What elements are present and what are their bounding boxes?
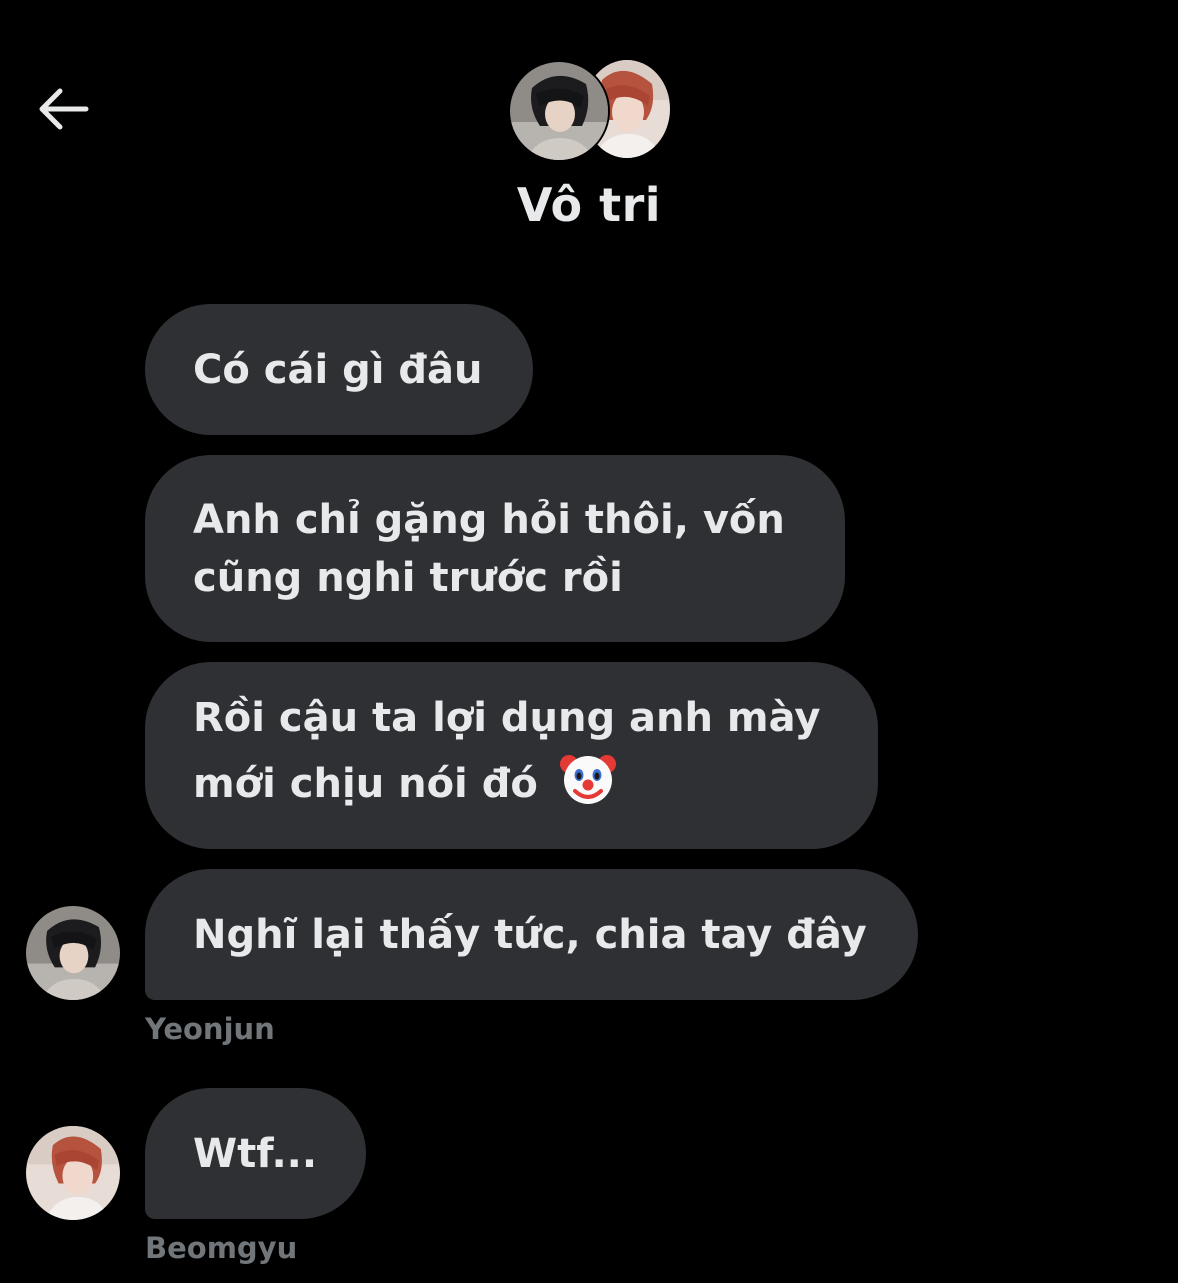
- message-bubble[interactable]: Wtf...: [145, 1088, 366, 1219]
- message-text-line: Anh chỉ gặng hỏi thôi, vốn: [193, 496, 785, 543]
- message-bubble[interactable]: Anh chỉ gặng hỏi thôi, vốn cũng nghi trư…: [145, 455, 845, 642]
- message-text-line: mới chịu nói đó: [193, 760, 538, 807]
- back-button[interactable]: [30, 80, 94, 138]
- clown-face-icon: [558, 747, 618, 823]
- avatar-beomgyu[interactable]: [26, 1126, 120, 1220]
- message-text: Wtf...: [193, 1130, 318, 1177]
- avatar-yeonjun[interactable]: [26, 906, 120, 1000]
- message-text-line: cũng nghi trước rồi: [193, 554, 623, 601]
- message-text: Nghĩ lại thấy tức, chia tay đây: [193, 911, 867, 958]
- message-bubble[interactable]: Có cái gì đâu: [145, 304, 533, 435]
- message-text: Có cái gì đâu: [193, 346, 483, 393]
- conversation-title: Vô tri: [516, 178, 662, 232]
- arrow-left-icon: [39, 88, 89, 130]
- group-avatar[interactable]: [508, 60, 670, 162]
- message-bubble[interactable]: Nghĩ lại thấy tức, chia tay đây: [145, 869, 918, 1000]
- sender-name: Beomgyu: [145, 1231, 298, 1265]
- message-text-line: Rồi cậu ta lợi dụng anh mày: [193, 694, 821, 741]
- avatar-yeonjun: [508, 60, 610, 162]
- sender-name: Yeonjun: [145, 1012, 275, 1046]
- message-bubble[interactable]: Rồi cậu ta lợi dụng anh mày mới chịu nói…: [145, 662, 878, 849]
